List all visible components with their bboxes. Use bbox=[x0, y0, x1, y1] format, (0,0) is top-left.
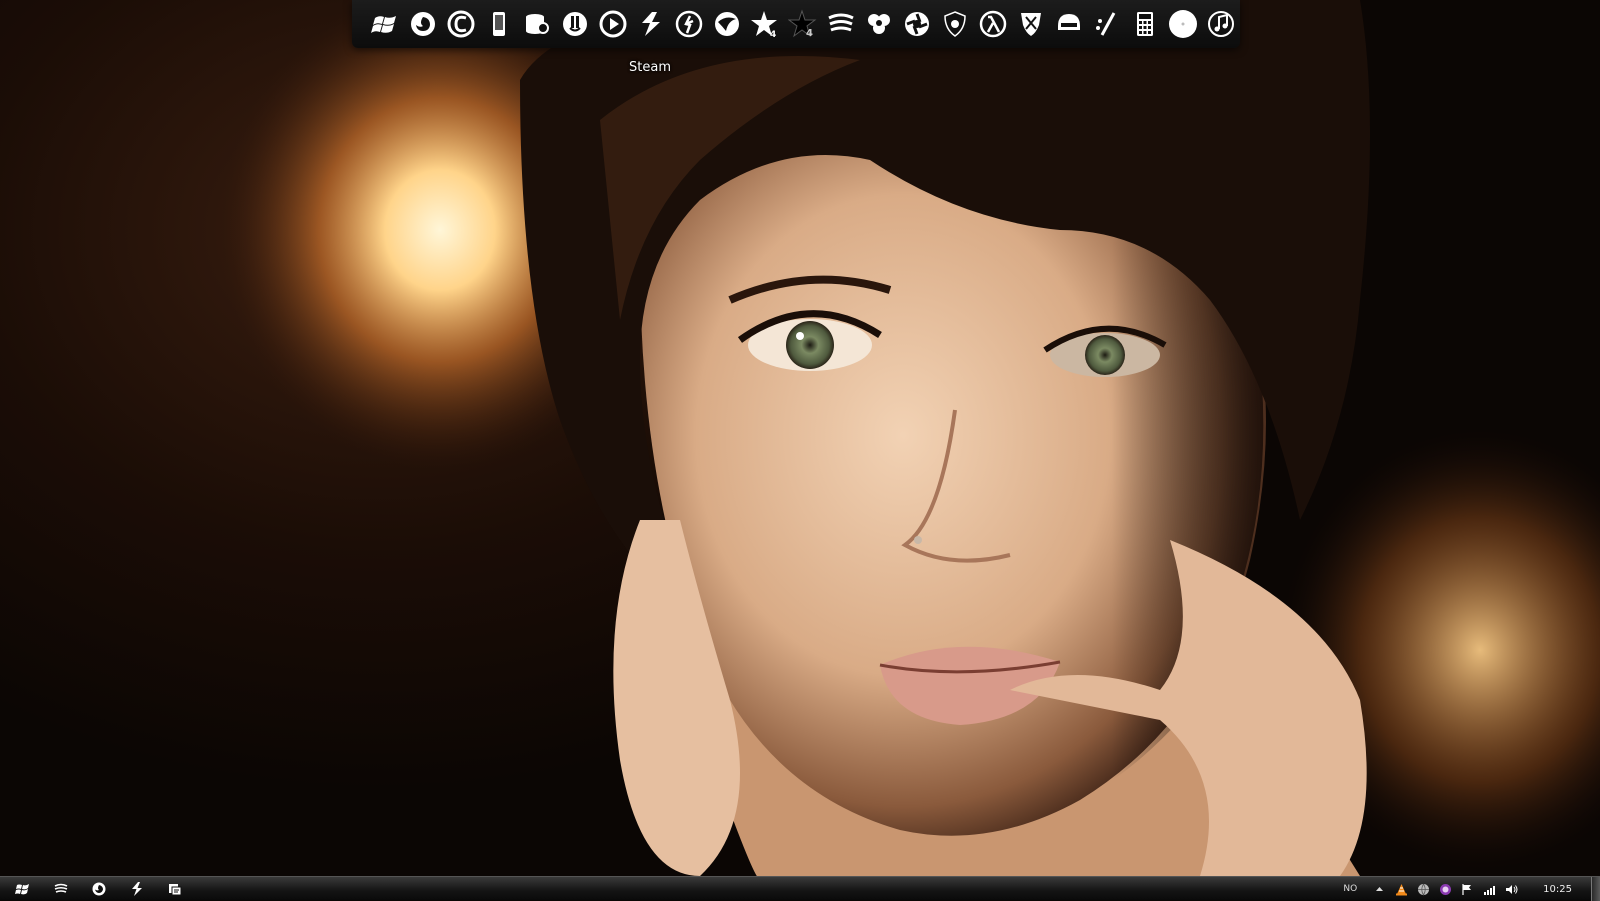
star-4-icon: 4 bbox=[751, 11, 777, 39]
taskbar-item-wifi-stripes[interactable] bbox=[42, 878, 80, 900]
speaker-icon bbox=[1505, 884, 1518, 894]
tray-action-center[interactable] bbox=[1459, 881, 1475, 897]
tray-volume[interactable] bbox=[1503, 881, 1519, 897]
helmet-icon bbox=[1058, 14, 1080, 30]
utorrent-c-icon bbox=[447, 10, 475, 38]
disc-icon bbox=[1169, 10, 1197, 38]
signal-bars-icon bbox=[1483, 885, 1495, 895]
desktop-wallpaper bbox=[0, 0, 1600, 876]
tray-show-hidden[interactable] bbox=[1371, 881, 1387, 897]
wallpaper-portrait bbox=[220, 0, 1600, 876]
dock-item-crest[interactable] bbox=[1012, 5, 1050, 43]
svg-text:4: 4 bbox=[770, 30, 776, 39]
shield-bug-icon bbox=[944, 11, 966, 37]
dock-item-star-4[interactable]: 4 bbox=[746, 5, 784, 43]
dock-item-utorrent[interactable] bbox=[442, 5, 480, 43]
counter-strike-icon bbox=[675, 10, 703, 38]
dock-item-aperture[interactable] bbox=[898, 5, 936, 43]
dock-item-device[interactable] bbox=[480, 5, 518, 43]
dock-item-firefox[interactable] bbox=[404, 5, 442, 43]
dock-item-media-player[interactable] bbox=[594, 5, 632, 43]
taskbar-item-steam[interactable] bbox=[118, 878, 156, 900]
dock-item-power-shield[interactable] bbox=[556, 5, 594, 43]
device-icon bbox=[493, 12, 505, 36]
taskbar: NO 10:25 bbox=[0, 876, 1600, 901]
windows-logo-icon bbox=[371, 16, 396, 33]
crest-icon bbox=[1021, 13, 1041, 36]
firefox-icon bbox=[92, 882, 106, 895]
power-shield-icon bbox=[563, 12, 587, 36]
dock-item-steam[interactable] bbox=[632, 5, 670, 43]
app-dock: 4 4 bbox=[352, 0, 1240, 48]
start-windows-icon bbox=[15, 883, 29, 894]
language-indicator[interactable]: NO bbox=[1343, 884, 1357, 894]
action-flag-icon bbox=[1462, 883, 1471, 895]
steam-icon bbox=[642, 12, 660, 36]
shield-color-icon bbox=[1439, 883, 1451, 895]
dock-item-music[interactable] bbox=[1202, 5, 1240, 43]
dock-item-database[interactable] bbox=[518, 5, 556, 43]
dock-item-windows[interactable] bbox=[366, 5, 404, 43]
taskbar-item-explorer[interactable] bbox=[156, 878, 194, 900]
database-search-icon bbox=[526, 14, 549, 34]
taskbar-item-firefox[interactable] bbox=[80, 878, 118, 900]
tray-vlc[interactable] bbox=[1393, 881, 1409, 897]
dock-item-helmet[interactable] bbox=[1050, 5, 1088, 43]
system-tray: NO 10:25 bbox=[1343, 877, 1590, 901]
star-4-dark-icon: 4 bbox=[788, 9, 817, 39]
svg-text:4: 4 bbox=[806, 28, 813, 39]
network-globe-icon bbox=[1417, 883, 1429, 896]
league-icon bbox=[715, 12, 739, 36]
media-player-icon bbox=[599, 10, 627, 38]
slash-tool-icon bbox=[1096, 12, 1116, 36]
dock-item-shield-bug[interactable] bbox=[936, 5, 974, 43]
wifi-stripes-icon bbox=[828, 13, 854, 32]
dock-item-calculator[interactable] bbox=[1126, 5, 1164, 43]
dock-item-star-4-dark[interactable]: 4 bbox=[784, 5, 822, 43]
dock-item-wifi-stripes[interactable] bbox=[822, 5, 860, 43]
tray-signal[interactable] bbox=[1481, 881, 1497, 897]
calculator-icon bbox=[1137, 12, 1153, 36]
wifi-stripes-icon bbox=[54, 883, 68, 893]
dock-item-disc[interactable] bbox=[1164, 5, 1202, 43]
dock-item-league[interactable] bbox=[708, 5, 746, 43]
show-desktop-button[interactable] bbox=[1591, 877, 1600, 901]
clover-icon bbox=[868, 14, 890, 34]
dock-item-slash-tool[interactable] bbox=[1088, 5, 1126, 43]
steam-icon bbox=[132, 881, 142, 896]
vlc-cone-icon bbox=[1395, 883, 1407, 895]
start-button[interactable] bbox=[4, 878, 42, 900]
tray-network[interactable] bbox=[1415, 881, 1431, 897]
clock[interactable]: 10:25 bbox=[1543, 884, 1572, 895]
half-life-lambda-icon bbox=[979, 10, 1007, 38]
aperture-icon bbox=[905, 12, 929, 36]
dock-item-clover[interactable] bbox=[860, 5, 898, 43]
firefox-icon bbox=[411, 12, 435, 36]
windows-explorer-icon bbox=[169, 883, 182, 895]
show-hidden-arrow-icon bbox=[1375, 886, 1383, 891]
dock-tooltip: Steam bbox=[629, 60, 671, 75]
music-note-icon bbox=[1208, 11, 1234, 37]
dock-item-half-life[interactable] bbox=[974, 5, 1012, 43]
tray-security[interactable] bbox=[1437, 881, 1453, 897]
dock-item-counter-strike[interactable] bbox=[670, 5, 708, 43]
